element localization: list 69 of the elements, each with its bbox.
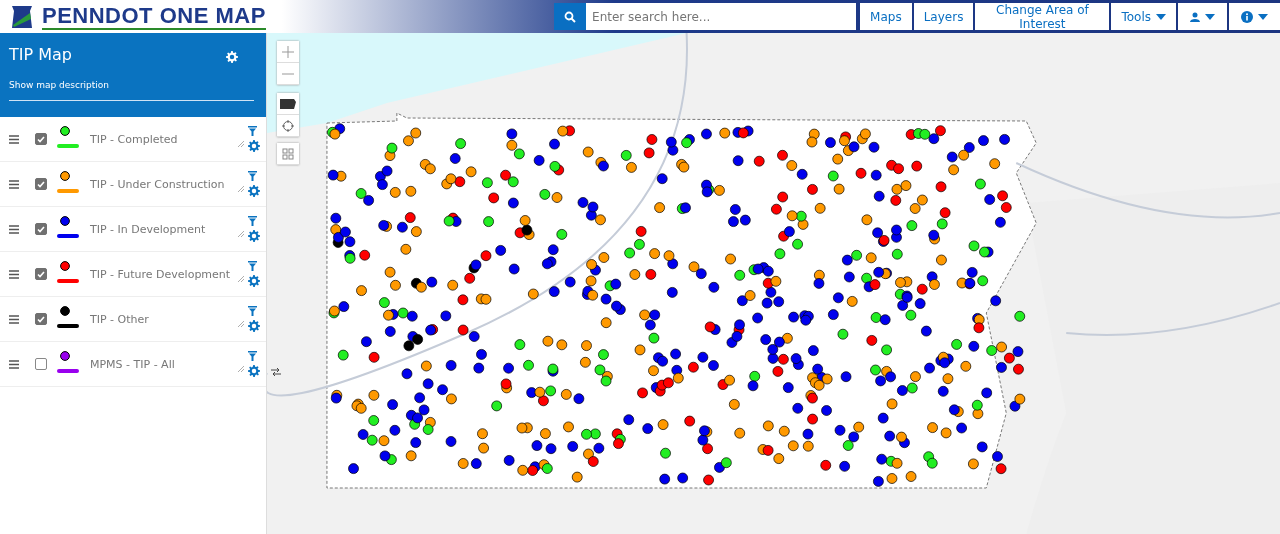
- layer-name: TIP - Future Development: [90, 267, 232, 281]
- filter-icon[interactable]: [248, 126, 260, 136]
- layer-name: MPMS - TIP - All: [90, 357, 176, 371]
- drag-handle-icon[interactable]: [9, 269, 19, 279]
- resize-handle-icon[interactable]: [238, 231, 244, 237]
- layer-name: TIP - Other: [90, 312, 150, 326]
- layer-settings-icon[interactable]: [248, 320, 260, 332]
- search-field[interactable]: Enter search here...: [586, 3, 857, 30]
- search-button[interactable]: [554, 3, 587, 30]
- layer-settings-icon[interactable]: [248, 140, 260, 152]
- map-title: TIP Map: [9, 45, 72, 64]
- filter-icon[interactable]: [248, 306, 260, 316]
- line-symbol-icon: [57, 369, 79, 373]
- plus-icon: [282, 45, 294, 58]
- drag-handle-icon[interactable]: [9, 179, 19, 189]
- caret-icon: [1205, 13, 1215, 20]
- drag-handle-icon[interactable]: [9, 314, 19, 324]
- layer-checkbox[interactable]: [35, 223, 47, 235]
- layer-settings-icon[interactable]: [248, 365, 260, 377]
- filter-icon[interactable]: [248, 216, 260, 226]
- layer-checkbox[interactable]: [35, 268, 47, 280]
- layer-settings-icon[interactable]: [248, 275, 260, 287]
- nav-dropdown-button[interactable]: Tools: [1111, 3, 1176, 30]
- line-symbol-icon: [57, 144, 79, 148]
- resize-handle-icon[interactable]: [238, 321, 244, 327]
- settings-button[interactable]: [226, 51, 238, 63]
- drag-handle-icon[interactable]: [9, 134, 19, 144]
- layer-name: TIP - Completed: [90, 132, 179, 146]
- keystone-logo-icon: [10, 4, 34, 29]
- line-symbol-icon: [57, 234, 79, 238]
- info-icon: [1241, 10, 1253, 23]
- layer-checkbox[interactable]: [35, 133, 47, 145]
- state-outline-icon: [280, 98, 296, 109]
- filter-icon[interactable]: [248, 261, 260, 271]
- full-extent-button[interactable]: [277, 93, 299, 115]
- search-icon: [564, 10, 577, 23]
- layer-name: TIP - In Development: [90, 222, 207, 236]
- show-description-link[interactable]: Show map description: [9, 80, 110, 90]
- resize-handle-icon[interactable]: [238, 141, 244, 147]
- crosshair-icon: [282, 119, 294, 132]
- resize-handle-icon[interactable]: [238, 186, 244, 192]
- caret-icon: [1258, 13, 1268, 20]
- caret-icon: [1156, 13, 1166, 20]
- info-menu-button[interactable]: [1229, 3, 1280, 30]
- resize-handle-icon[interactable]: [238, 366, 244, 372]
- drag-handle-icon[interactable]: [9, 359, 19, 369]
- locate-button[interactable]: [277, 115, 299, 137]
- nav-button[interactable]: Maps: [860, 3, 912, 30]
- grid-icon: [282, 147, 294, 160]
- filter-icon[interactable]: [248, 351, 260, 361]
- filter-icon[interactable]: [248, 171, 260, 181]
- nav-button[interactable]: Layers: [913, 3, 974, 30]
- nav-button[interactable]: Change Area of Interest: [975, 3, 1110, 30]
- layer-name: TIP - Under Construction: [90, 177, 226, 191]
- drag-handle-icon[interactable]: [9, 224, 19, 234]
- user-icon: [1190, 11, 1200, 22]
- user-menu-button[interactable]: [1178, 3, 1227, 30]
- layer-settings-icon[interactable]: [248, 185, 260, 197]
- logo-text: PENNDOT ONE MAP: [42, 3, 266, 30]
- line-symbol-icon: [57, 279, 79, 283]
- layer-checkbox[interactable]: [35, 313, 47, 325]
- swap-arrows-icon[interactable]: [271, 367, 281, 377]
- layer-checkbox[interactable]: [35, 178, 47, 190]
- layer-settings-icon[interactable]: [248, 230, 260, 242]
- line-symbol-icon: [57, 324, 79, 328]
- line-symbol-icon: [57, 189, 79, 193]
- resize-handle-icon[interactable]: [238, 276, 244, 282]
- settings-icon: [226, 51, 238, 63]
- layer-checkbox[interactable]: [35, 358, 47, 370]
